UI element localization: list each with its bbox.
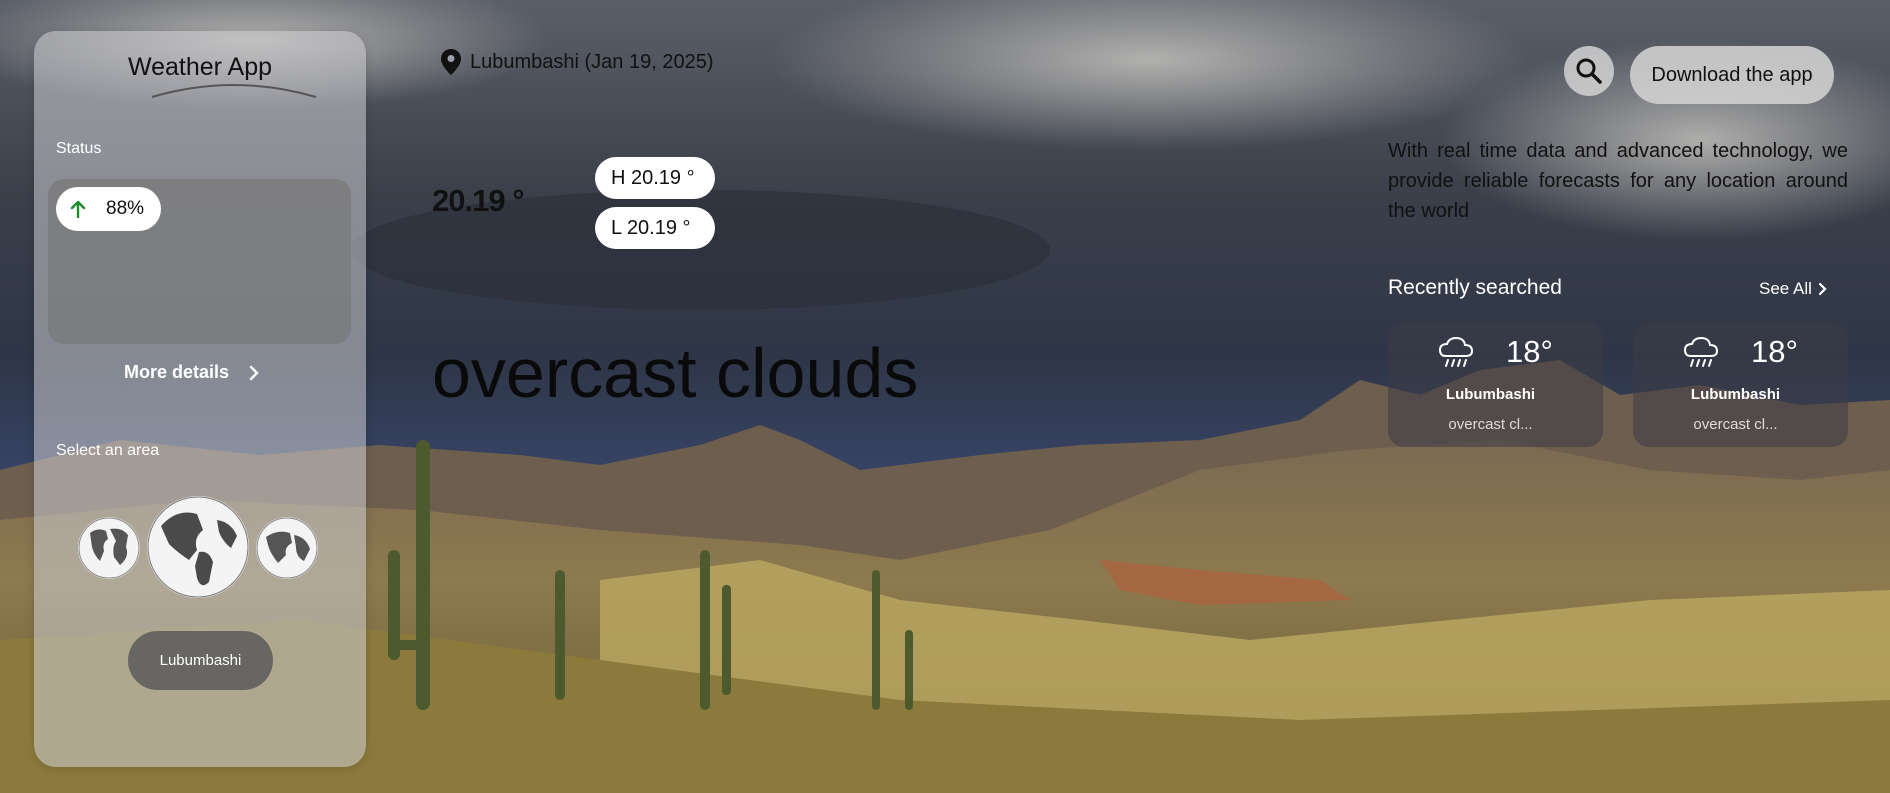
- see-all-link[interactable]: See All: [1759, 279, 1827, 299]
- chevron-right-icon: [1818, 282, 1827, 296]
- recent-search-card[interactable]: 18° Lubumbashi overcast cl...: [1633, 322, 1848, 447]
- card-city: Lubumbashi: [1690, 386, 1781, 403]
- sidebar-panel: Weather App Status 88% More details Sele…: [34, 31, 366, 767]
- location-text: Lubumbashi (Jan 19, 2025): [470, 50, 714, 73]
- card-temperature: 18°: [1506, 334, 1553, 369]
- card-temperature: 18°: [1751, 334, 1798, 369]
- status-box: 88%: [48, 179, 351, 344]
- search-button[interactable]: [1564, 46, 1614, 96]
- status-pill: 88%: [56, 187, 161, 231]
- current-temperature: 20.19 °: [432, 183, 525, 218]
- globe-africa-europe-icon[interactable]: [78, 517, 140, 579]
- tagline-text: With real time data and advanced technol…: [1388, 140, 1848, 222]
- card-description: overcast cl...: [1448, 416, 1533, 433]
- low-temperature-pill: L 20.19 °: [595, 207, 715, 249]
- app-title: Weather App: [127, 53, 273, 81]
- area-select-button[interactable]: Lubumbashi: [128, 631, 273, 690]
- rain-cloud-icon: [1683, 336, 1719, 367]
- search-icon: [1576, 58, 1602, 84]
- chevron-right-icon: [249, 365, 259, 380]
- high-temperature-pill: H 20.19 °: [595, 157, 715, 199]
- more-details-link[interactable]: More details: [124, 362, 259, 383]
- recently-searched-title: Recently searched: [1388, 276, 1562, 299]
- status-label: Status: [56, 140, 102, 157]
- arrow-up-icon: [70, 200, 86, 218]
- status-value: 88%: [106, 198, 145, 219]
- rain-cloud-icon: [1438, 336, 1474, 367]
- weather-condition: overcast clouds: [432, 334, 919, 412]
- globe-americas-icon[interactable]: [147, 496, 249, 598]
- see-all-label: See All: [1759, 279, 1812, 298]
- location-header: Lubumbashi (Jan 19, 2025): [440, 48, 714, 76]
- recent-search-card[interactable]: 18° Lubumbashi overcast cl...: [1388, 322, 1603, 447]
- title-underline-arc: [151, 84, 317, 98]
- more-details-label: More details: [124, 362, 230, 382]
- select-area-label: Select an area: [56, 442, 160, 459]
- download-app-button[interactable]: Download the app: [1630, 46, 1834, 104]
- location-pin-icon: [441, 49, 461, 75]
- card-description: overcast cl...: [1693, 416, 1778, 433]
- globe-asia-icon[interactable]: [256, 517, 318, 579]
- card-city: Lubumbashi: [1445, 386, 1536, 403]
